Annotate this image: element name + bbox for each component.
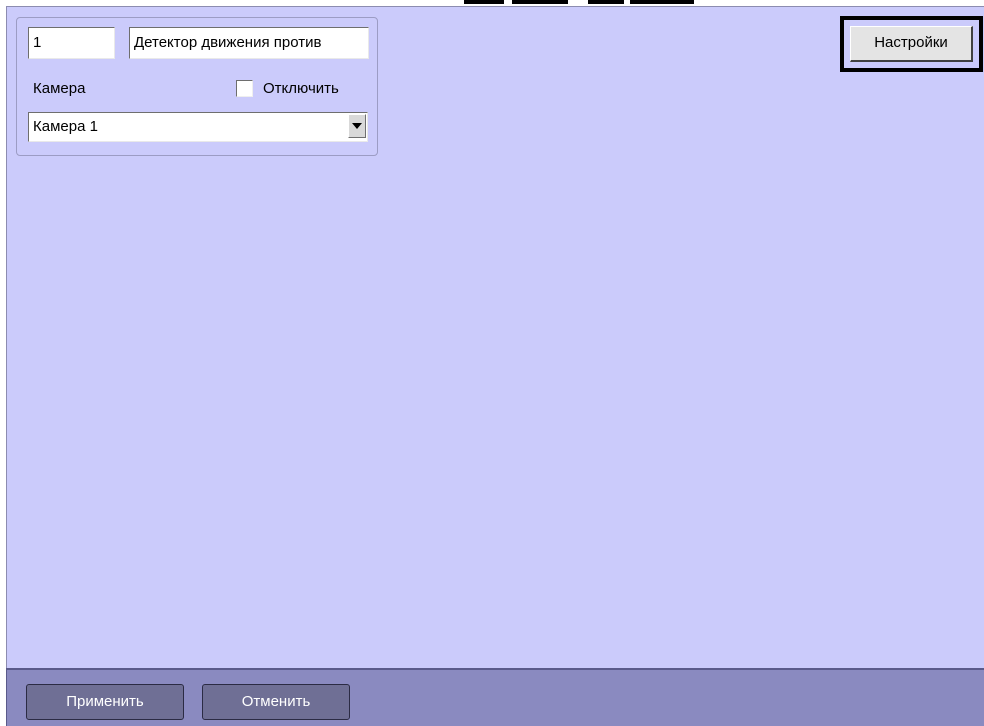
camera-label: Камера (33, 80, 86, 97)
cropped-text-fragment (588, 0, 624, 4)
camera-select-value: Камера 1 (33, 118, 98, 135)
object-name-field[interactable]: Детектор движения против (129, 27, 369, 59)
settings-button[interactable]: Настройки (850, 26, 973, 62)
cropped-text-fragment (630, 0, 694, 4)
disable-label: Отключить (263, 80, 339, 97)
disable-checkbox[interactable] (236, 80, 253, 97)
chevron-down-icon[interactable] (348, 114, 366, 138)
cancel-button[interactable]: Отменить (202, 684, 350, 720)
cropped-text-fragment (464, 0, 504, 4)
bottom-bar: Применить Отменить (6, 668, 984, 726)
top-edge (0, 0, 984, 5)
object-group-box: 1 Детектор движения против Камера Отключ… (16, 17, 378, 156)
object-id-field[interactable]: 1 (28, 27, 115, 59)
settings-highlight: Настройки (840, 16, 983, 72)
cropped-text-fragment (512, 0, 568, 4)
apply-button[interactable]: Применить (26, 684, 184, 720)
camera-select[interactable]: Камера 1 (28, 112, 368, 142)
